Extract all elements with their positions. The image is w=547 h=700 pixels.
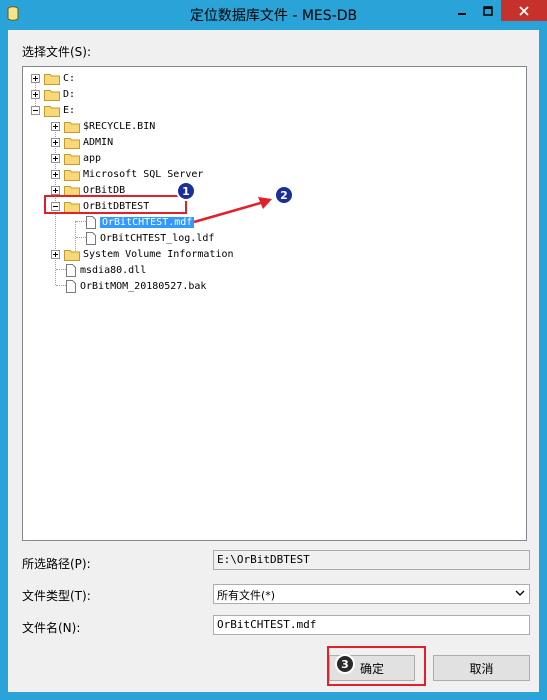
selected-path-label: 所选路径(P):: [22, 557, 91, 571]
dialog-window: 定位数据库文件 - MES-DB 选择文件(S): C: D: E: $RECY…: [0, 0, 547, 700]
annotation-arrow-icon: [193, 197, 272, 224]
file-icon: [86, 231, 96, 245]
expand-icon[interactable]: [51, 153, 60, 163]
file-icon: [66, 279, 76, 293]
tree-item-sql-server[interactable]: Microsoft SQL Server: [51, 166, 203, 182]
tree-item-drive-d[interactable]: D:: [31, 86, 75, 102]
folder-icon: [64, 153, 80, 165]
tree-item-recycle-bin[interactable]: $RECYCLE.BIN: [51, 118, 155, 134]
annotation-badge-2: 2: [274, 185, 294, 205]
title-bar[interactable]: 定位数据库文件 - MES-DB: [0, 0, 547, 30]
file-tree[interactable]: C: D: E: $RECYCLE.BIN ADMIN app Microsof…: [22, 66, 527, 541]
folder-icon: [64, 137, 80, 149]
minimize-icon: [457, 12, 466, 15]
expand-icon[interactable]: [31, 73, 40, 83]
expand-icon[interactable]: [51, 137, 60, 147]
file-type-label: 文件类型(T):: [22, 589, 91, 603]
tree-item-bak-file[interactable]: OrBitMOM_20180527.bak: [63, 278, 206, 294]
folder-icon: [64, 121, 80, 133]
tree-item-app[interactable]: app: [51, 150, 101, 166]
expand-icon[interactable]: [31, 89, 40, 99]
tree-item-ldf-file[interactable]: OrBitCHTEST_log.ldf: [83, 230, 214, 246]
file-type-value: 所有文件(*): [217, 589, 276, 602]
file-name-input[interactable]: OrBitCHTEST.mdf: [213, 615, 530, 635]
selected-file-label: OrBitCHTEST.mdf: [100, 216, 195, 228]
annotation-badge-3: 3: [335, 654, 355, 674]
tree-item-admin[interactable]: ADMIN: [51, 134, 113, 150]
selected-path-field: E:\OrBitDBTEST: [213, 550, 530, 570]
file-icon: [86, 215, 96, 229]
annotation-box-folder: [44, 195, 187, 214]
select-file-label: 选择文件(S):: [22, 45, 92, 59]
folder-icon: [44, 73, 60, 85]
folder-open-icon: [44, 105, 60, 117]
expand-icon[interactable]: [51, 169, 60, 179]
dialog-body: 选择文件(S): C: D: E: $RECYCLE.BIN ADMIN app…: [8, 30, 539, 692]
tree-item-drive-c[interactable]: C:: [31, 70, 75, 86]
folder-icon: [44, 89, 60, 101]
folder-icon: [64, 169, 80, 181]
expand-icon[interactable]: [51, 249, 60, 259]
cancel-button[interactable]: 取消: [433, 655, 530, 681]
annotation-badge-1: 1: [176, 181, 196, 201]
folder-icon: [64, 249, 80, 261]
chevron-down-icon: [515, 590, 525, 596]
tree-item-system-volume[interactable]: System Volume Information: [51, 246, 234, 262]
minimize-button[interactable]: [448, 0, 475, 21]
tree-item-mdf-file[interactable]: OrBitCHTEST.mdf: [83, 214, 195, 230]
expand-icon[interactable]: [51, 121, 60, 131]
maximize-icon: [483, 5, 493, 16]
collapse-icon[interactable]: [31, 105, 40, 115]
close-button[interactable]: [501, 0, 547, 21]
file-type-select[interactable]: 所有文件(*): [213, 584, 530, 604]
tree-item-msdia-dll[interactable]: msdia80.dll: [63, 262, 146, 278]
file-name-label: 文件名(N):: [22, 621, 81, 635]
expand-icon[interactable]: [51, 185, 60, 195]
maximize-button[interactable]: [475, 0, 501, 21]
tree-item-drive-e[interactable]: E:: [31, 102, 75, 118]
close-icon: [519, 5, 529, 16]
file-icon: [66, 263, 76, 277]
